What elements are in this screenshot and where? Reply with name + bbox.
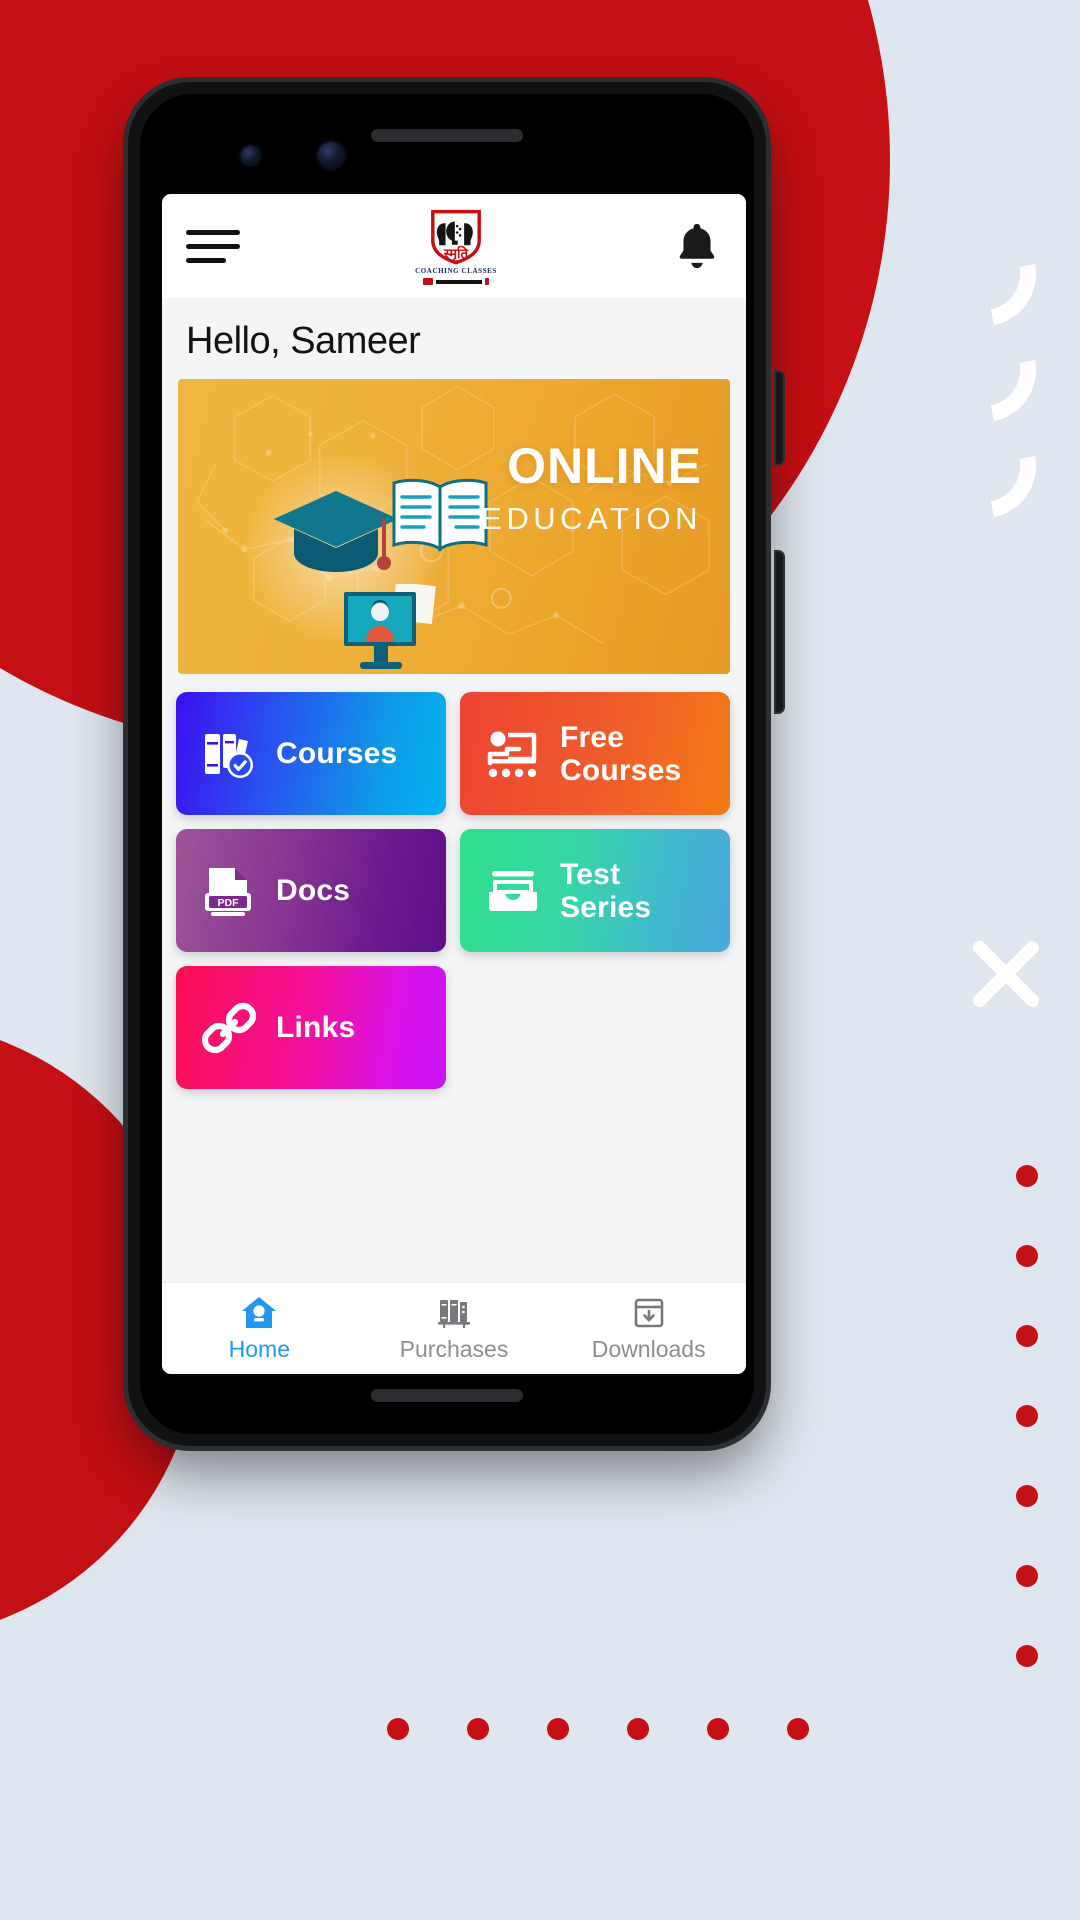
decor-dot [467,1718,489,1740]
tile-free-courses[interactable]: Free Courses [460,692,730,815]
graduation-cap-icon [274,491,398,572]
tile-label-docs: Docs [276,874,351,907]
decor-dot [707,1718,729,1740]
front-camera-secondary [241,146,260,165]
promo-banner[interactable]: ONLINE EDUCATION [178,379,730,674]
bottom-navigation-bar: Home Purchases Downloads [162,1282,746,1374]
banner-title: ONLINE [507,438,702,494]
brand-underline [422,278,489,285]
online-class-monitor-icon [344,584,436,669]
online-class-icon [482,723,544,785]
decor-dot [627,1718,649,1740]
decor-dot [1016,1165,1038,1187]
bell-icon[interactable] [672,218,722,274]
decor-dot [1016,1325,1038,1347]
hamburger-menu-icon[interactable] [186,226,240,266]
books-check-icon [198,723,260,785]
decor-dot [1016,1565,1038,1587]
decor-dot [1016,1245,1038,1267]
tile-label-links: Links [276,1011,356,1044]
nav-label-purchases: Purchases [399,1336,509,1362]
tile-label-free-courses: Free Courses [560,721,681,787]
chain-link-icon [198,997,260,1059]
nav-item-home[interactable]: Home [162,1283,357,1374]
volume-button[interactable] [776,372,783,464]
tile-label-test-line1: Test [560,857,621,891]
tile-courses[interactable]: Courses [176,692,446,815]
phone-screen-bezel: स्मृति COACHING CLASSES Hello, Sameer ON… [140,94,754,1434]
banner-subtitle: EDUCATION [481,501,702,536]
tile-label-free-line1: Free [560,720,625,754]
decor-dot [1016,1405,1038,1427]
brand-subtitle: COACHING CLASSES [415,267,497,275]
decor-dot [387,1718,409,1740]
decor-dot [1016,1645,1038,1667]
brand-logo[interactable]: स्मृति COACHING CLASSES [415,207,497,285]
power-button[interactable] [776,552,783,712]
app-header: स्मृति COACHING CLASSES [162,194,746,298]
quick-actions-grid: Courses Free Courses PDF Docs Test Serie… [162,674,746,1282]
nav-label-downloads: Downloads [591,1336,706,1362]
nav-item-downloads[interactable]: Downloads [551,1283,746,1374]
pdf-file-icon: PDF [198,860,260,922]
tile-label-test-line2: Series [560,890,652,924]
nav-label-home: Home [228,1336,291,1362]
tile-docs[interactable]: PDF Docs [176,829,446,952]
phone-device-frame: स्मृति COACHING CLASSES Hello, Sameer ON… [128,82,783,1446]
banner-container: ONLINE EDUCATION [162,379,746,674]
banner-text-block: ONLINE EDUCATION [481,441,702,537]
x-shape-decoration [962,930,1050,1018]
open-book-icon [392,478,488,552]
swoosh-arc-3 [911,393,1057,539]
tile-test-series[interactable]: Test Series [460,829,730,952]
books-shelf-icon [436,1294,472,1332]
decor-dot [1016,1485,1038,1507]
tile-label-courses: Courses [276,737,398,770]
app-screen: स्मृति COACHING CLASSES Hello, Sameer ON… [162,194,746,1374]
home-icon [240,1294,278,1332]
greeting-text: Hello, Sameer [162,298,746,379]
smriti-logo-icon: स्मृति [427,207,485,265]
earpiece-speaker [371,129,523,142]
tile-label-free-line2: Courses [560,753,682,787]
nav-item-purchases[interactable]: Purchases [357,1283,552,1374]
svg-text:PDF: PDF [218,897,240,909]
inbox-archive-icon [482,860,544,922]
svg-text:स्मृति: स्मृति [443,245,470,262]
decor-dot [787,1718,809,1740]
decor-dot [547,1718,569,1740]
tile-links[interactable]: Links [176,966,446,1089]
front-camera-primary [318,142,344,168]
tile-label-test-series: Test Series [560,858,651,924]
download-box-icon [631,1294,667,1332]
bottom-speaker [371,1389,523,1402]
